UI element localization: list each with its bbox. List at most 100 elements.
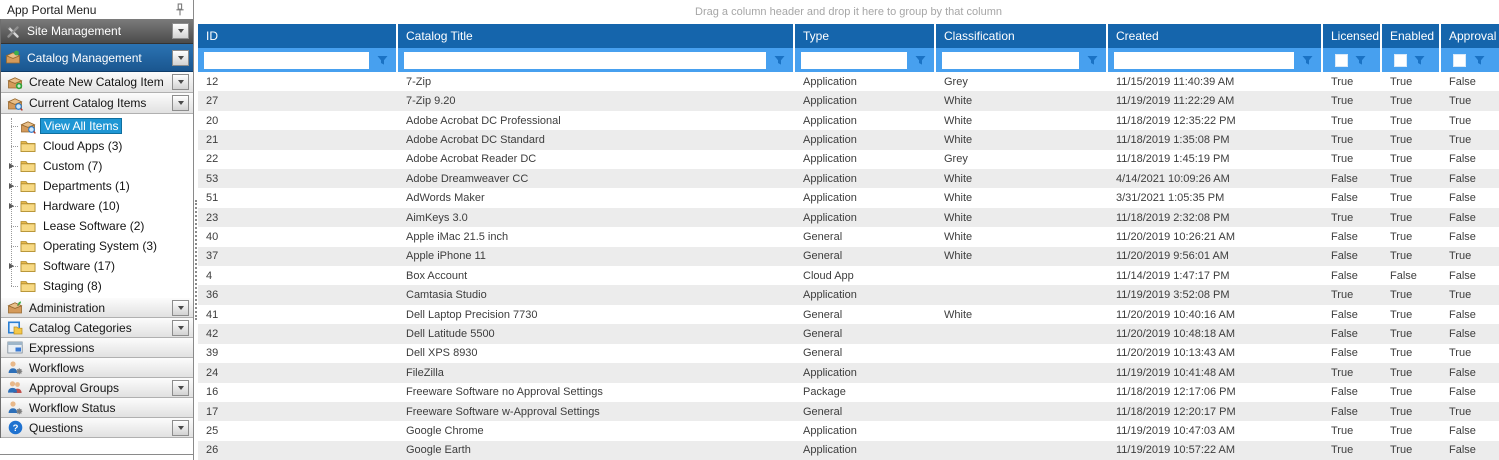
pin-icon[interactable]: [172, 2, 188, 18]
table-row[interactable]: 4Box AccountCloud App11/14/2019 1:47:17 …: [198, 266, 1499, 285]
tree-item-lease-software-2[interactable]: Lease Software (2): [1, 216, 193, 236]
table-row[interactable]: 40Apple iMac 21.5 inchGeneralWhite11/20/…: [198, 227, 1499, 246]
filter-checkbox-enabled[interactable]: [1394, 54, 1407, 67]
expander-icon[interactable]: [7, 163, 16, 169]
sidebar-item-current-catalog-items[interactable]: Current Catalog Items: [1, 93, 193, 114]
sidebar-item-catalog-categories[interactable]: Catalog Categories: [1, 318, 193, 338]
filter-icon[interactable]: [1084, 52, 1100, 68]
cell-type: Application: [795, 72, 936, 91]
table-row[interactable]: 16Freeware Software no Approval Settings…: [198, 383, 1499, 402]
table-row[interactable]: 53Adobe Dreamweaver CCApplicationWhite4/…: [198, 169, 1499, 188]
table-row[interactable]: 23AimKeys 3.0ApplicationWhite11/18/2019 …: [198, 208, 1499, 227]
cell-approval: False: [1441, 421, 1499, 440]
cell-approval: False: [1441, 441, 1499, 460]
filter-icon[interactable]: [1471, 52, 1487, 68]
sidebar-item-approval-groups[interactable]: Approval Groups: [1, 378, 193, 398]
section-dropdown-button[interactable]: [172, 420, 189, 436]
table-row[interactable]: 22Adobe Acrobat Reader DCApplicationGrey…: [198, 150, 1499, 169]
cell-type: Application: [795, 111, 936, 130]
filter-input-classification[interactable]: [942, 52, 1079, 69]
cell-created: 4/14/2021 10:09:26 AM: [1108, 169, 1323, 188]
tree-item-cloud-apps-3[interactable]: Cloud Apps (3): [1, 136, 193, 156]
column-header-type[interactable]: Type: [795, 24, 936, 48]
filter-icon[interactable]: [374, 52, 390, 68]
table-row[interactable]: 37Apple iPhone 11GeneralWhite11/20/2019 …: [198, 247, 1499, 266]
chevron-down-icon: [178, 29, 184, 33]
filter-icon[interactable]: [771, 52, 787, 68]
group-by-bar[interactable]: Drag a column header and drop it here to…: [198, 0, 1499, 24]
tree-item-software-17[interactable]: Software (17): [1, 256, 193, 276]
cell-catalog-title: Dell XPS 8930: [398, 344, 795, 363]
sidebar-section-catalog-management[interactable]: Catalog Management: [1, 44, 193, 72]
cell-classification: White: [936, 305, 1108, 324]
filter-checkbox-licensed[interactable]: [1335, 54, 1348, 67]
tree-item-staging-8[interactable]: Staging (8): [1, 276, 193, 296]
column-header-created[interactable]: Created: [1108, 24, 1323, 48]
section-dropdown-button[interactable]: [172, 320, 189, 336]
filter-icon[interactable]: [912, 52, 928, 68]
sidebar-header: App Portal Menu: [0, 0, 193, 19]
cell-catalog-title: 7-Zip 9.20: [398, 91, 795, 110]
grid-body: 127-ZipApplicationGrey11/15/2019 11:40:3…: [198, 72, 1499, 460]
section-dropdown-button[interactable]: [172, 74, 189, 90]
tree-item-operating-system-3[interactable]: Operating System (3): [1, 236, 193, 256]
table-row[interactable]: 24FileZillaApplication11/19/2019 10:41:4…: [198, 363, 1499, 382]
tree-item-view-all-items[interactable]: View All Items: [1, 116, 193, 136]
tree-item-custom-7[interactable]: Custom (7): [1, 156, 193, 176]
table-row[interactable]: 36Camtasia StudioApplication11/19/2019 3…: [198, 285, 1499, 304]
filter-icon[interactable]: [1299, 52, 1315, 68]
table-row[interactable]: 41Dell Laptop Precision 7730GeneralWhite…: [198, 305, 1499, 324]
table-row[interactable]: 42Dell Latitude 5500General11/20/2019 10…: [198, 324, 1499, 343]
filter-input-created[interactable]: [1114, 52, 1294, 69]
column-header-licensed[interactable]: Licensed: [1323, 24, 1382, 48]
filter-input-type[interactable]: [801, 52, 907, 69]
column-header-classification[interactable]: Classification: [936, 24, 1108, 48]
table-row[interactable]: 17Freeware Software w-Approval SettingsG…: [198, 402, 1499, 421]
cell-id: 4: [198, 266, 398, 285]
table-row[interactable]: 39Dell XPS 8930General11/20/2019 10:13:4…: [198, 344, 1499, 363]
column-header-label: Classification: [944, 29, 1015, 43]
sidebar-splitter[interactable]: [194, 0, 198, 460]
chevron-down-icon: [178, 426, 184, 430]
sidebar-section-site-management[interactable]: Site Management: [1, 19, 193, 44]
section-dropdown-button[interactable]: [172, 23, 189, 39]
table-row[interactable]: 51AdWords MakerApplicationWhite3/31/2021…: [198, 188, 1499, 207]
sidebar-item-workflows[interactable]: Workflows: [1, 358, 193, 378]
section-dropdown-button[interactable]: [172, 380, 189, 396]
expander-icon[interactable]: [7, 203, 16, 209]
table-row[interactable]: 20Adobe Acrobat DC ProfessionalApplicati…: [198, 111, 1499, 130]
cell-created: 11/20/2019 10:26:21 AM: [1108, 227, 1323, 246]
table-row[interactable]: 277-Zip 9.20ApplicationWhite11/19/2019 1…: [198, 91, 1499, 110]
cell-approval: False: [1441, 169, 1499, 188]
filter-input-id[interactable]: [204, 52, 369, 69]
sidebar-item-questions[interactable]: ?Questions: [1, 418, 193, 438]
table-row[interactable]: 127-ZipApplicationGrey11/15/2019 11:40:3…: [198, 72, 1499, 91]
column-header-id[interactable]: ID: [198, 24, 398, 48]
filter-icon[interactable]: [1353, 52, 1369, 68]
filter-checkbox-approval[interactable]: [1453, 54, 1466, 67]
cell-classification: [936, 324, 1108, 343]
table-row[interactable]: 26Google EarthApplication11/19/2019 10:5…: [198, 441, 1499, 460]
expander-icon[interactable]: [7, 263, 16, 269]
section-dropdown-button[interactable]: [172, 95, 189, 111]
column-header-catalog-title[interactable]: Catalog Title: [398, 24, 795, 48]
catalog-box-icon: [5, 50, 21, 66]
cell-type: Application: [795, 130, 936, 149]
sidebar-item-expressions[interactable]: Expressions: [1, 338, 193, 358]
sidebar-item-workflow-status[interactable]: Workflow Status: [1, 398, 193, 418]
table-row[interactable]: 21Adobe Acrobat DC StandardApplicationWh…: [198, 130, 1499, 149]
table-row[interactable]: 25Google ChromeApplication11/19/2019 10:…: [198, 421, 1499, 440]
column-header-enabled[interactable]: Enabled: [1382, 24, 1441, 48]
section-dropdown-button[interactable]: [172, 300, 189, 316]
filter-icon[interactable]: [1412, 52, 1428, 68]
column-header-approval[interactable]: Approval: [1441, 24, 1499, 48]
tree-item-departments-1[interactable]: Departments (1): [1, 176, 193, 196]
sidebar-item-administration[interactable]: Administration: [1, 298, 193, 318]
filter-input-catalog-title[interactable]: [404, 52, 766, 69]
column-header-label: Approval: [1449, 29, 1496, 43]
expander-icon[interactable]: [7, 183, 16, 189]
tree-item-hardware-10[interactable]: Hardware (10): [1, 196, 193, 216]
sidebar-item-label: Catalog Categories: [29, 321, 172, 335]
section-dropdown-button[interactable]: [172, 50, 189, 66]
sidebar-item-create-new-catalog-item[interactable]: Create New Catalog Item: [1, 72, 193, 93]
